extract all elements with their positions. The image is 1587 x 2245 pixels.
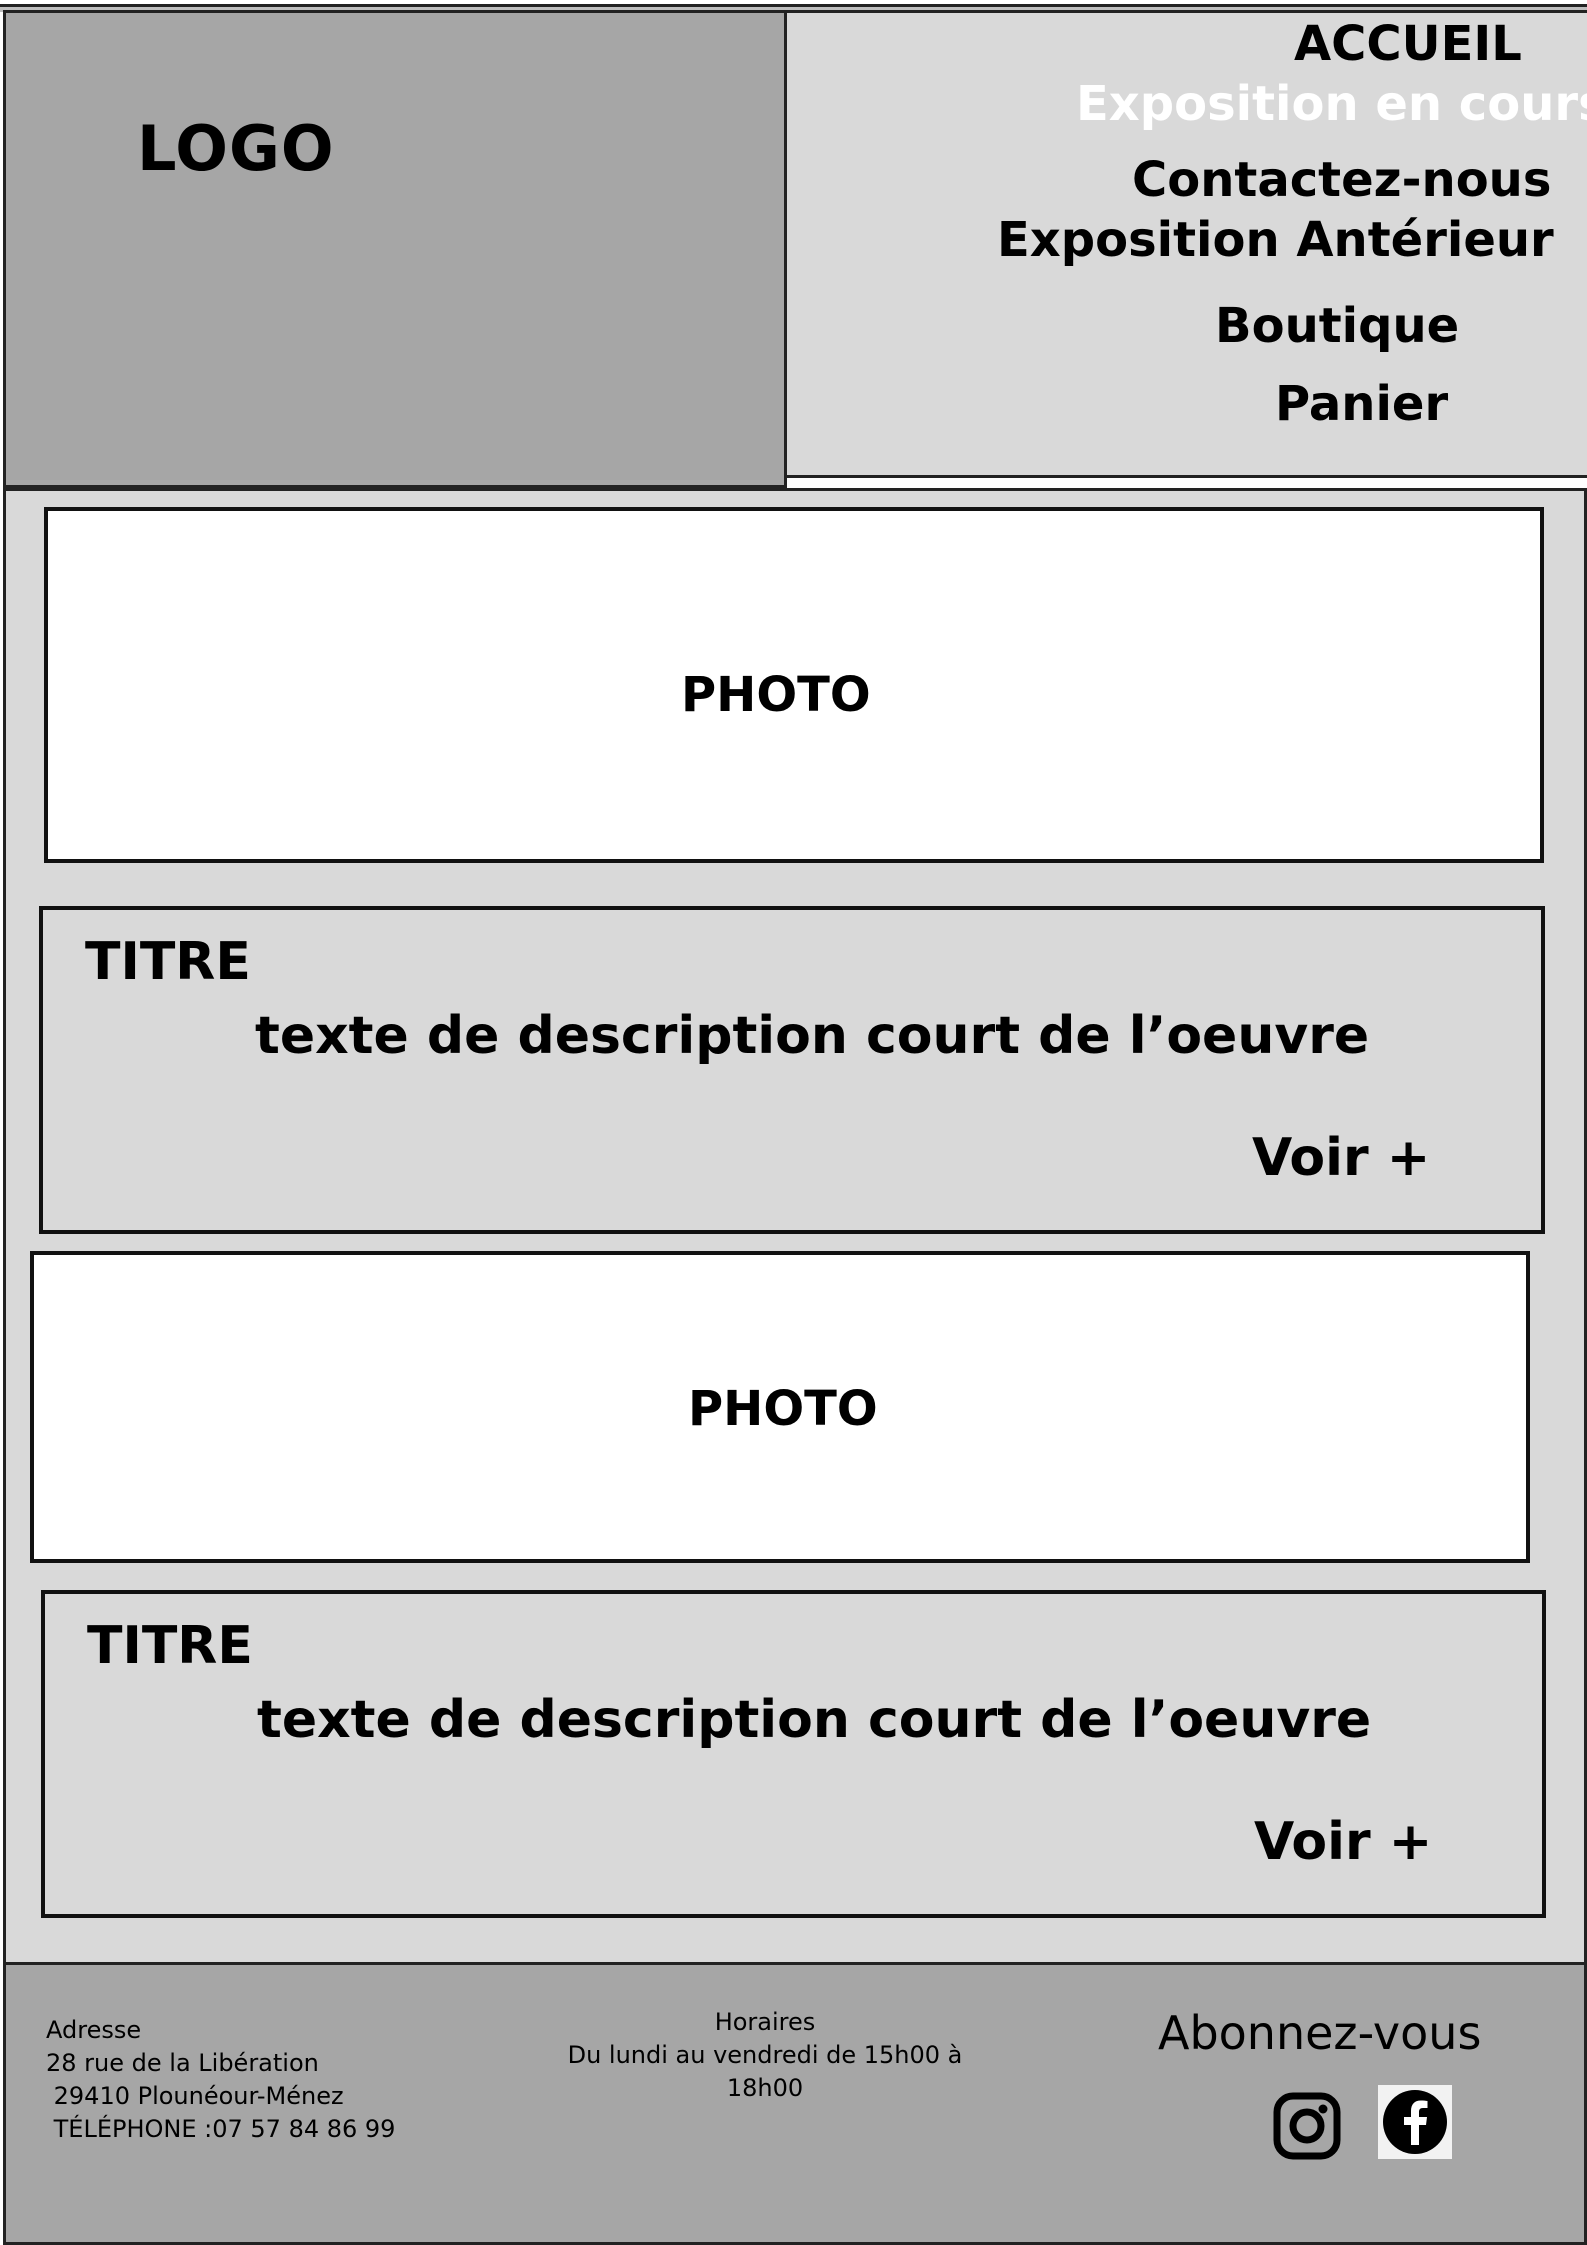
- site-logo[interactable]: LOGO: [137, 112, 335, 185]
- hours-line: 18h00: [726, 2074, 804, 2102]
- artwork-photo[interactable]: PHOTO: [30, 1251, 1530, 1563]
- artwork-card: TITRE texte de description court de l’oe…: [39, 906, 1545, 1234]
- see-more-link[interactable]: Voir +: [1252, 1128, 1430, 1188]
- facebook-icon[interactable]: [1378, 2085, 1452, 2159]
- instagram-icon[interactable]: [1273, 2092, 1341, 2160]
- artwork-title: TITRE: [85, 932, 251, 992]
- hours-label: Horaires: [714, 2008, 816, 2036]
- address-city: 29410 Plounéour-Ménez: [46, 2082, 344, 2110]
- nav-item-accueil[interactable]: ACCUEIL: [1294, 16, 1522, 72]
- logo-panel: [3, 10, 787, 488]
- artwork-title: TITRE: [87, 1616, 253, 1676]
- see-more-link[interactable]: Voir +: [1254, 1812, 1432, 1872]
- nav-item-contact[interactable]: Contactez-nous: [1132, 152, 1551, 208]
- nav-item-exposition-en-cours[interactable]: Exposition en cours: [1076, 76, 1587, 132]
- artwork-card: TITRE texte de description court de l’oe…: [41, 1590, 1546, 1918]
- footer-address: Adresse 28 rue de la Libération 29410 Pl…: [46, 2014, 395, 2146]
- address-street: 28 rue de la Libération: [46, 2049, 319, 2077]
- artwork-description: texte de description court de l’oeuvre: [255, 1006, 1370, 1066]
- photo-label: PHOTO: [681, 667, 871, 723]
- artwork-description: texte de description court de l’oeuvre: [257, 1690, 1372, 1750]
- subscribe-label: Abonnez-vous: [1158, 2006, 1482, 2060]
- photo-label: PHOTO: [688, 1381, 878, 1437]
- nav-item-panier[interactable]: Panier: [1275, 376, 1448, 432]
- nav-item-exposition-anterieur[interactable]: Exposition Antérieur: [997, 212, 1554, 268]
- artwork-photo[interactable]: PHOTO: [44, 507, 1544, 863]
- footer-hours: Horaires Du lundi au vendredi de 15h00 à…: [560, 2006, 970, 2105]
- address-label: Adresse: [46, 2016, 142, 2044]
- hours-line: Du lundi au vendredi de 15h00 à: [567, 2041, 963, 2069]
- address-phone: TÉLÉPHONE :07 57 84 86 99: [46, 2115, 396, 2143]
- nav-item-boutique[interactable]: Boutique: [1215, 298, 1459, 354]
